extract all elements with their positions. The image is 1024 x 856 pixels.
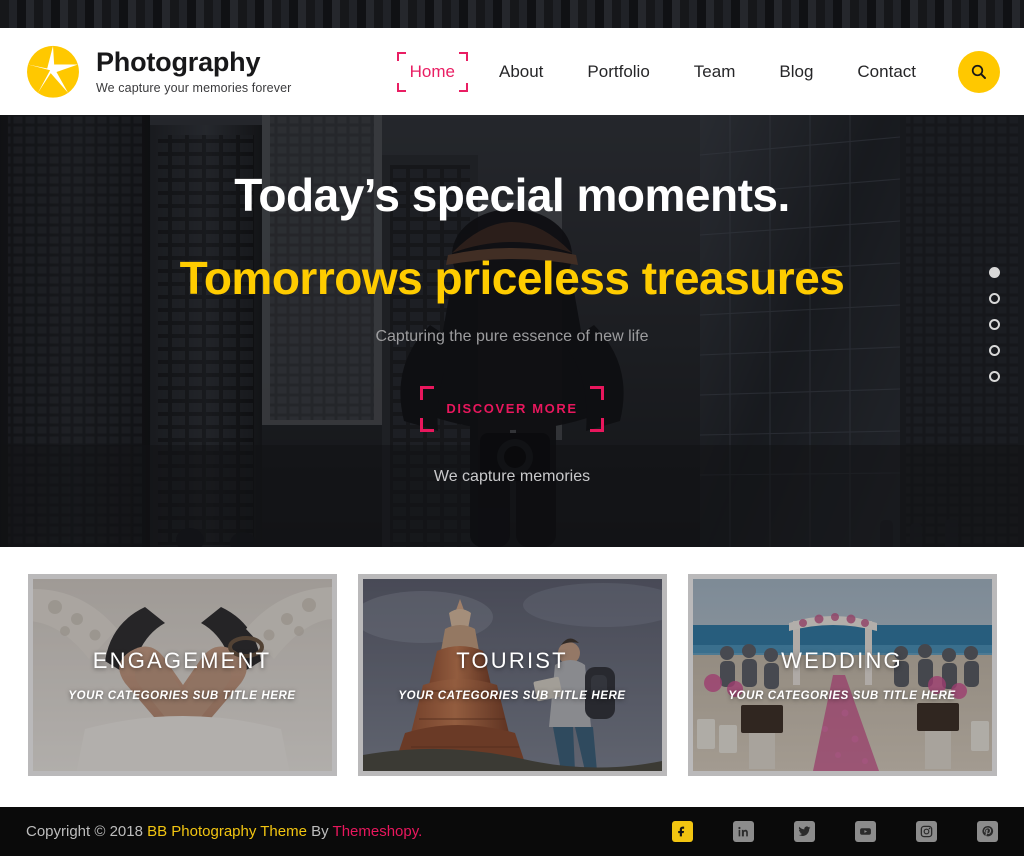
nav-item-contact[interactable]: Contact [835, 50, 938, 94]
site-header: Photography We capture your memories for… [0, 28, 1024, 115]
slider-pagination [989, 267, 1000, 382]
site-footer: Copyright © 2018 BB Photography Theme By… [0, 807, 1024, 856]
category-title: WEDDING [781, 648, 903, 673]
linkedin-icon[interactable] [733, 821, 754, 842]
category-caption: TOURIST YOUR CATEGORIES SUB TITLE HERE [363, 579, 662, 771]
category-subtitle: YOUR CATEGORIES SUB TITLE HERE [68, 690, 296, 702]
nav-label: About [498, 61, 544, 81]
category-title: ENGAGEMENT [92, 648, 272, 673]
theme-name-link[interactable]: BB Photography Theme [147, 823, 307, 840]
slider-dot-5[interactable] [989, 371, 1000, 382]
nav-label: Blog [779, 61, 814, 81]
brand-tagline: We capture your memories forever [96, 80, 292, 95]
hero-caption: We capture memories [433, 468, 591, 486]
youtube-icon[interactable] [855, 821, 876, 842]
aperture-icon [27, 45, 79, 98]
brand-logo[interactable]: Photography We capture your memories for… [24, 43, 291, 101]
category-title: TOURIST [456, 648, 568, 673]
nav-item-blog[interactable]: Blog [757, 50, 835, 94]
nav-item-portfolio[interactable]: Portfolio [565, 50, 671, 94]
hero-content: Today’s special moments. Tomorrows price… [0, 115, 1024, 547]
corner-bracket-icon [396, 51, 406, 61]
instagram-icon[interactable] [916, 821, 937, 842]
by-text: By [306, 823, 333, 840]
corner-bracket-icon [458, 51, 468, 61]
copyright-text: Copyright © 2018 BB Photography Theme By… [26, 823, 422, 840]
twitter-icon[interactable] [794, 821, 815, 842]
corner-bracket-icon [458, 82, 468, 92]
category-caption: WEDDING YOUR CATEGORIES SUB TITLE HERE [693, 579, 992, 771]
copyright-prefix: Copyright © 2018 [26, 823, 148, 840]
search-icon [971, 64, 986, 79]
hero-heading-secondary: Tomorrows priceless treasures [179, 251, 845, 304]
nav-item-team[interactable]: Team [672, 50, 758, 94]
categories-section: ENGAGEMENT YOUR CATEGORIES SUB TITLE HER… [0, 547, 1024, 807]
corner-bracket-icon [420, 386, 435, 401]
nav-item-home[interactable]: Home [388, 50, 477, 94]
social-links [672, 821, 998, 842]
category-subtitle: YOUR CATEGORIES SUB TITLE HERE [398, 690, 626, 702]
brand-title: Photography [96, 47, 261, 78]
hero-heading-primary: Today’s special moments. [234, 169, 790, 221]
category-caption: ENGAGEMENT YOUR CATEGORIES SUB TITLE HER… [33, 579, 332, 771]
corner-bracket-icon [589, 386, 604, 401]
search-button[interactable] [958, 50, 1000, 93]
slider-dot-3[interactable] [989, 319, 1000, 330]
facebook-icon[interactable] [672, 821, 693, 842]
hero-subtitle: Capturing the pure essence of new life [375, 328, 649, 346]
slider-dot-1[interactable] [989, 267, 1000, 278]
corner-bracket-icon [420, 418, 435, 433]
category-card-engagement[interactable]: ENGAGEMENT YOUR CATEGORIES SUB TITLE HER… [27, 574, 337, 776]
discover-more-button[interactable]: DISCOVER MORE [420, 386, 604, 433]
nav-label: Contact [857, 61, 916, 81]
hero-image-top-edge [0, 0, 1024, 28]
author-link[interactable]: Themeshopy. [333, 823, 423, 840]
category-card-tourist[interactable]: TOURIST YOUR CATEGORIES SUB TITLE HERE [357, 574, 667, 776]
slider-dot-2[interactable] [989, 293, 1000, 304]
nav-label: Team [693, 61, 736, 81]
nav-label: Home [409, 61, 455, 81]
nav-item-about[interactable]: About [477, 50, 565, 94]
discover-more-label: DISCOVER MORE [446, 401, 578, 417]
category-subtitle: YOUR CATEGORIES SUB TITLE HERE [728, 690, 956, 702]
corner-bracket-icon [589, 418, 604, 433]
slider-dot-4[interactable] [989, 345, 1000, 356]
main-navigation: Home About Portfolio Team Blog Contact [388, 50, 1000, 94]
nav-label: Portfolio [587, 61, 650, 81]
pinterest-icon[interactable] [977, 821, 998, 842]
hero-slider: Today’s special moments. Tomorrows price… [0, 115, 1024, 547]
category-card-wedding[interactable]: WEDDING YOUR CATEGORIES SUB TITLE HERE [687, 574, 997, 776]
corner-bracket-icon [396, 82, 406, 92]
